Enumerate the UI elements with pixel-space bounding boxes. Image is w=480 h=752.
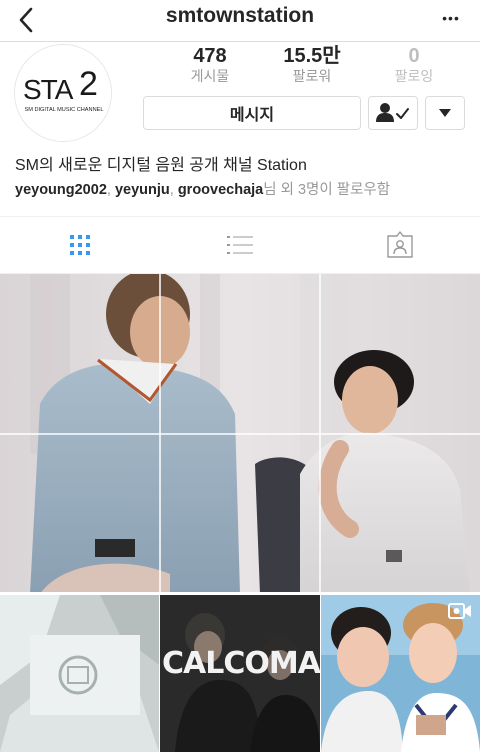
follower-link[interactable]: groovechaja <box>178 182 263 198</box>
person-check-icon <box>376 103 409 122</box>
stat-following-value: 0 <box>408 45 420 67</box>
post-photo: CALCOMAN <box>160 595 320 752</box>
post-tile-calcoman[interactable]: CALCOMAN <box>160 595 320 752</box>
follower-link[interactable]: yeyunju <box>115 182 170 198</box>
stat-posts-label: 게시물 <box>190 68 230 84</box>
top-nav-bar: smtownstation ••• <box>0 0 480 42</box>
post-photo <box>0 274 480 594</box>
profile-avatar[interactable]: STA 2 SM DIGITAL MUSIC CHANNEL <box>14 44 112 142</box>
more-icon: ••• <box>442 10 460 26</box>
calcoman-text: CALCOMAN <box>162 646 320 681</box>
stat-followers[interactable]: 15.5만 팔로워 <box>262 44 362 84</box>
post-tile-silver-album[interactable] <box>0 595 159 752</box>
stat-posts-value: 478 <box>193 45 227 67</box>
stat-followers-value: 15.5만 <box>283 45 341 67</box>
post-tile-large-photo[interactable] <box>0 274 480 594</box>
logo-main-text: STA <box>23 74 74 105</box>
suggestions-dropdown-button[interactable] <box>425 96 465 130</box>
posts-grid: CALCOMAN <box>0 274 480 752</box>
sta2-logo: STA 2 SM DIGITAL MUSIC CHANNEL <box>15 45 111 141</box>
tab-list[interactable] <box>160 217 320 273</box>
followed-by-line[interactable]: yeyoung2002, yeyunju, groovechaja님 외 3명이… <box>15 178 475 199</box>
post-tile-video[interactable] <box>321 595 480 752</box>
stat-following[interactable]: 0 팔로잉 <box>364 44 464 84</box>
follower-separator: , <box>106 182 115 198</box>
tab-grid[interactable] <box>0 217 160 273</box>
post-photo <box>0 595 159 752</box>
video-camera-icon <box>448 603 471 619</box>
video-badge <box>448 601 472 621</box>
stat-posts[interactable]: 478 게시물 <box>160 44 260 84</box>
logo-num-text: 2 <box>79 65 98 103</box>
tagged-person-icon <box>387 231 413 258</box>
profile-tab-bar <box>0 216 480 274</box>
message-button[interactable]: 메시지 <box>143 96 361 130</box>
follower-separator: , <box>169 182 178 198</box>
caret-down-icon <box>439 109 451 117</box>
following-button[interactable] <box>368 96 418 130</box>
stat-following-label: 팔로잉 <box>394 68 434 84</box>
grid-icon <box>70 235 90 255</box>
list-icon <box>227 236 253 254</box>
profile-username-title: smtownstation <box>165 4 315 27</box>
follower-link[interactable]: yeyoung2002 <box>15 182 107 198</box>
followed-by-suffix: 님 외 3명이 팔로우함 <box>263 182 391 198</box>
profile-bio: SM의 새로운 디지털 음원 공개 채널 Station <box>15 157 307 174</box>
stat-followers-label: 팔로워 <box>292 68 332 84</box>
logo-sub-text: SM DIGITAL MUSIC CHANNEL <box>25 107 104 113</box>
profile-stats: 478 게시물 15.5만 팔로워 0 팔로잉 <box>160 44 464 88</box>
more-options-button[interactable]: ••• <box>436 6 466 30</box>
tab-tagged[interactable] <box>320 217 480 273</box>
